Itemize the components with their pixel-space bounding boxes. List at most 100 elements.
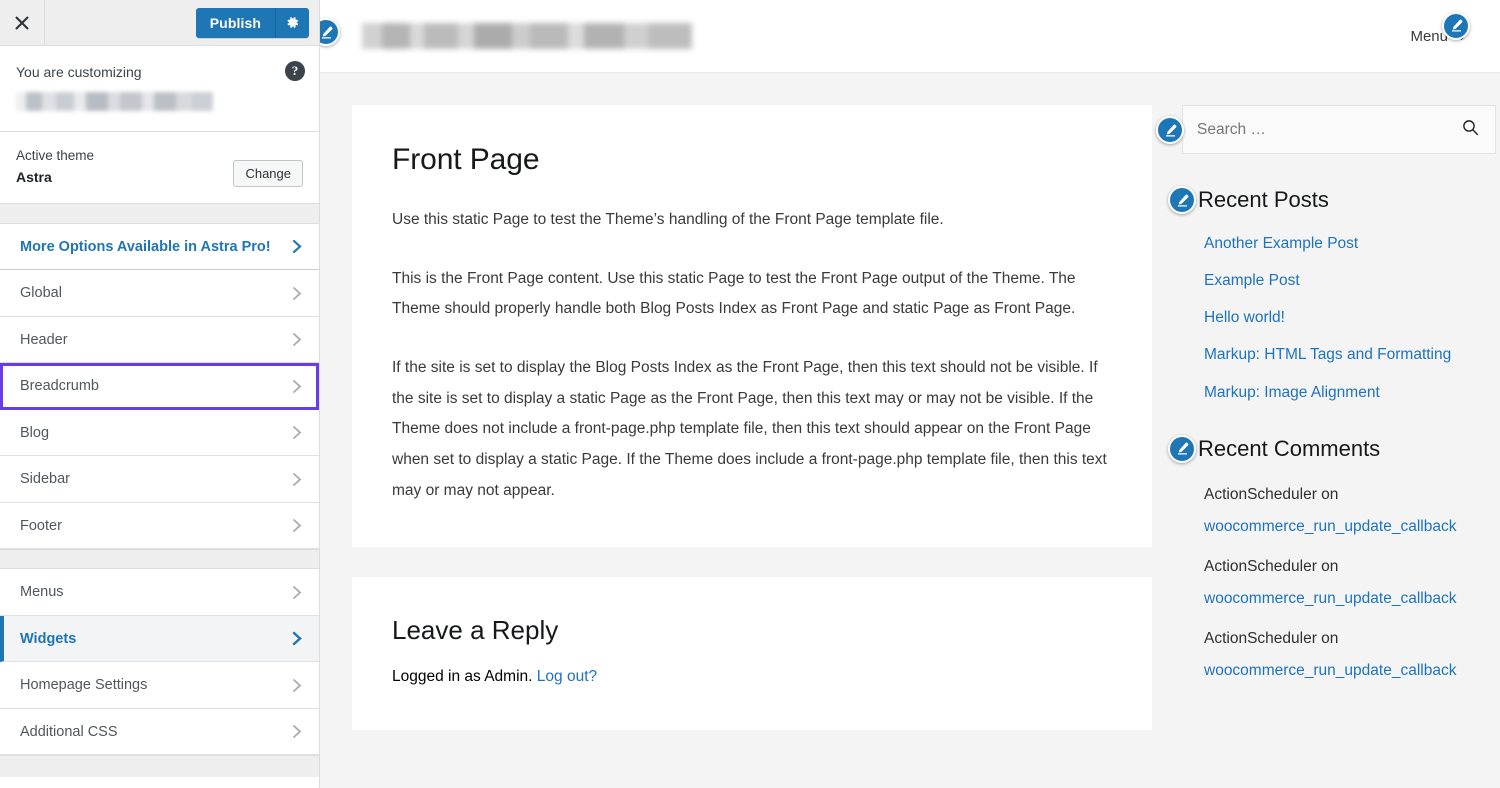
sidebar-item-menus[interactable]: Menus xyxy=(0,569,319,616)
sidebar-item-homepage-settings[interactable]: Homepage Settings xyxy=(0,662,319,709)
site-menu-toggle[interactable]: Menu xyxy=(1410,11,1470,45)
search-box[interactable] xyxy=(1182,105,1496,154)
page-paragraph-3: If the site is set to display the Blog P… xyxy=(392,359,1107,499)
comment-author: ActionScheduler on xyxy=(1204,557,1339,575)
sidebar-item-label: Header xyxy=(20,331,68,348)
chevron-right-icon xyxy=(292,286,303,301)
sidebar-item-label: Breadcrumb xyxy=(20,378,99,395)
sidebar-item-label: Sidebar xyxy=(20,471,70,488)
customizer-app: Publish You are customizing ? Active the… xyxy=(0,0,1500,788)
chevron-right-icon xyxy=(292,678,303,693)
recent-posts-list: Another Example Post Example Post Hello … xyxy=(1182,234,1496,403)
sidebar-item-sidebar[interactable]: Sidebar xyxy=(0,456,319,503)
log-out-link[interactable]: Log out? xyxy=(537,668,597,685)
recent-posts-widget: Recent Posts Another Example Post Exampl… xyxy=(1168,186,1496,403)
chevron-right-icon xyxy=(292,585,303,600)
list-item: Another Example Post xyxy=(1204,234,1496,254)
active-theme-label: Active theme xyxy=(16,148,95,163)
recent-comments-widget: Recent Comments ActionScheduler on wooco… xyxy=(1168,434,1496,683)
publish-button[interactable]: Publish xyxy=(195,7,275,38)
sidebar-item-label: Homepage Settings xyxy=(20,677,148,694)
page-title: Front Page xyxy=(392,143,540,176)
sidebar-item-label: Global xyxy=(20,285,62,302)
comment-target-link[interactable]: woocommerce_run_update_callback xyxy=(1204,515,1496,539)
panel-gap-top xyxy=(0,203,319,224)
edit-pencil-icon-menu[interactable] xyxy=(1442,11,1470,40)
recent-post-link[interactable]: Example Post xyxy=(1204,272,1300,289)
leave-a-reply-title: Leave a Reply xyxy=(392,614,559,645)
logged-in-text: Logged in as Admin. xyxy=(392,667,533,685)
recent-comments-list: ActionScheduler on woocommerce_run_updat… xyxy=(1182,483,1496,683)
main-column: Front Page Use this static Page to test … xyxy=(352,105,1152,788)
recent-post-link[interactable]: Markup: Image Alignment xyxy=(1204,384,1380,401)
preview-body: Front Page Use this static Page to test … xyxy=(320,73,1500,788)
edit-pencil-icon-recent-posts[interactable] xyxy=(1168,186,1196,214)
chevron-right-icon xyxy=(292,631,303,646)
active-theme-row: Active theme Astra Change xyxy=(0,132,319,204)
list-item: Markup: HTML Tags and Formatting xyxy=(1204,345,1496,365)
sidebar-item-global[interactable]: Global xyxy=(0,270,319,317)
sidebar-item-header[interactable]: Header xyxy=(0,316,319,364)
site-header: Menu xyxy=(320,0,1500,73)
logged-in-notice: Logged in as Admin. Log out? xyxy=(392,664,1112,690)
change-theme-button[interactable]: Change xyxy=(233,159,303,187)
sidebar-item-label: More Options Available in Astra Pro! xyxy=(20,238,271,255)
customizer-sidebar: Publish You are customizing ? Active the… xyxy=(0,0,320,788)
chevron-right-icon xyxy=(292,379,303,394)
search-widget xyxy=(1156,105,1496,154)
site-title-redacted xyxy=(362,23,692,49)
search-input[interactable] xyxy=(1197,120,1462,139)
chevron-right-icon xyxy=(292,724,303,739)
list-item: Hello world! xyxy=(1204,308,1496,328)
sidebar-item-additional-css[interactable]: Additional CSS xyxy=(0,708,319,756)
comment-target-link[interactable]: woocommerce_run_update_callback xyxy=(1204,587,1496,611)
chevron-right-icon xyxy=(292,332,303,347)
sidebar-item-label: Blog xyxy=(20,424,50,441)
publish-group: Publish xyxy=(195,7,309,38)
customizing-info: You are customizing ? xyxy=(0,46,319,132)
panel-list-tail xyxy=(0,755,319,778)
recent-post-link[interactable]: Another Example Post xyxy=(1204,235,1358,252)
comment-form-card: Leave a Reply Logged in as Admin. Log ou… xyxy=(352,576,1152,730)
search-icon[interactable] xyxy=(1462,119,1479,141)
chevron-right-icon xyxy=(292,239,303,254)
sidebar-widgets-column: Recent Posts Another Example Post Exampl… xyxy=(1156,105,1500,788)
panel-group-separator xyxy=(0,549,319,570)
active-theme-name: Astra xyxy=(16,168,52,185)
recent-posts-title: Recent Posts xyxy=(1198,187,1329,212)
list-item: ActionScheduler on woocommerce_run_updat… xyxy=(1204,627,1496,683)
comment-author: ActionScheduler on xyxy=(1204,485,1339,503)
gear-icon[interactable] xyxy=(275,7,309,38)
close-icon[interactable] xyxy=(0,0,45,45)
edit-pencil-icon-search-widget[interactable] xyxy=(1156,116,1184,144)
list-item: ActionScheduler on woocommerce_run_updat… xyxy=(1204,555,1496,611)
customizer-panel-list: More Options Available in Astra Pro! Glo… xyxy=(0,223,319,788)
sidebar-item-widgets[interactable]: Widgets xyxy=(0,615,319,663)
site-preview: Menu Front Page Use this static Page to … xyxy=(320,0,1500,788)
list-item: ActionScheduler on woocommerce_run_updat… xyxy=(1204,483,1496,539)
sidebar-item-label: Footer xyxy=(20,517,62,534)
page-paragraph-2: This is the Front Page content. Use this… xyxy=(392,269,1076,318)
recent-comments-title-row: Recent Comments xyxy=(1168,434,1496,463)
comment-target-link[interactable]: woocommerce_run_update_callback xyxy=(1204,659,1496,683)
sidebar-item-label: Widgets xyxy=(20,630,77,647)
sidebar-item-footer[interactable]: Footer xyxy=(0,502,319,550)
sidebar-item-breadcrumb[interactable]: Breadcrumb xyxy=(0,363,319,410)
sidebar-item-blog[interactable]: Blog xyxy=(0,409,319,457)
sidebar-item-astra-pro[interactable]: More Options Available in Astra Pro! xyxy=(0,223,319,271)
chevron-right-icon xyxy=(292,425,303,440)
help-icon[interactable]: ? xyxy=(285,61,305,81)
list-item: Markup: Image Alignment xyxy=(1204,383,1496,403)
recent-posts-title-row: Recent Posts xyxy=(1168,186,1496,214)
edit-pencil-icon-recent-comments[interactable] xyxy=(1168,434,1196,463)
active-theme-text: Active theme Astra xyxy=(16,146,94,187)
list-item: Example Post xyxy=(1204,271,1496,291)
sidebar-item-label: Menus xyxy=(20,584,64,601)
recent-comments-title: Recent Comments xyxy=(1198,435,1381,461)
recent-post-link[interactable]: Hello world! xyxy=(1204,309,1285,326)
chevron-right-icon xyxy=(292,518,303,533)
chevron-right-icon xyxy=(292,472,303,487)
customizing-label: You are customizing xyxy=(16,64,142,80)
recent-post-link[interactable]: Markup: HTML Tags and Formatting xyxy=(1204,346,1451,363)
sidebar-item-label: Additional CSS xyxy=(20,723,118,740)
